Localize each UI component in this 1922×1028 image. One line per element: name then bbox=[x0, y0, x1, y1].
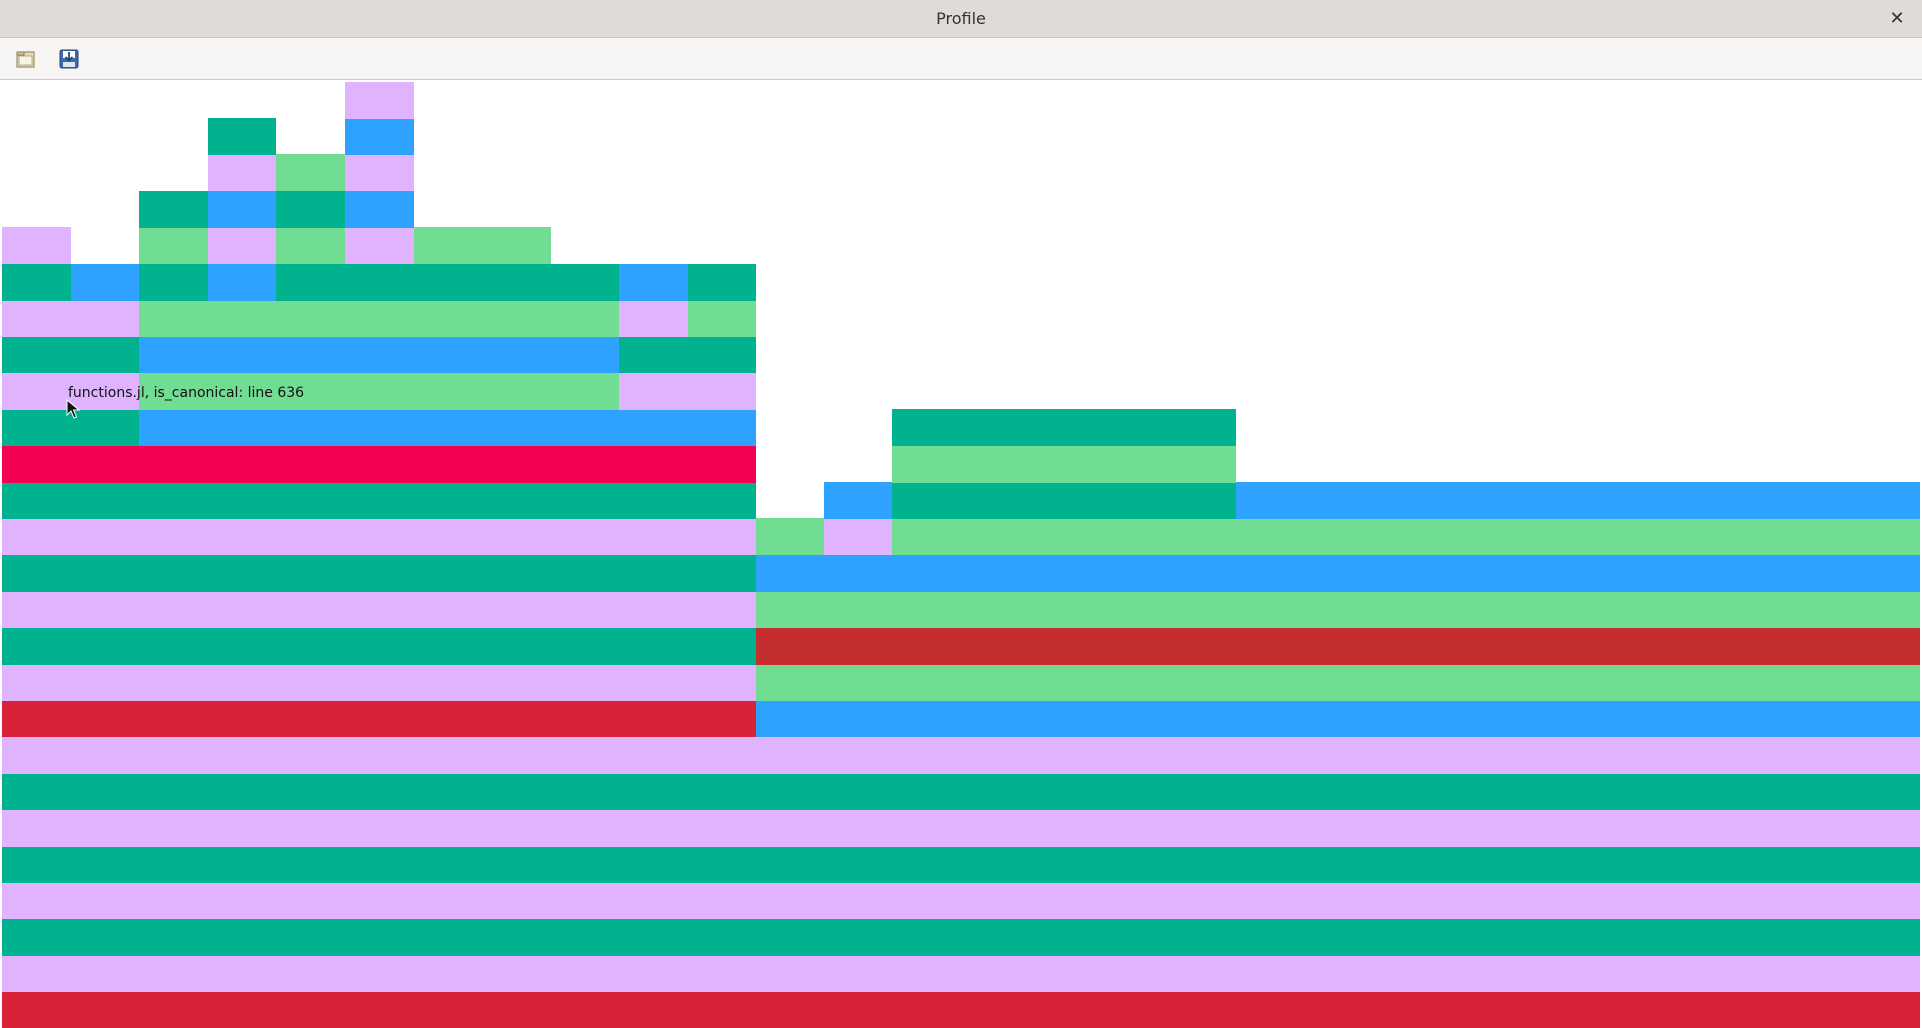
flame-block[interactable] bbox=[2, 264, 71, 301]
folder-open-icon bbox=[16, 51, 35, 68]
close-button[interactable]: ✕ bbox=[1884, 6, 1910, 32]
flame-block[interactable] bbox=[892, 518, 1920, 555]
flame-block[interactable] bbox=[2, 518, 756, 555]
flame-block[interactable] bbox=[71, 264, 139, 301]
flame-graph-canvas[interactable]: functions.jl, is_canonical: line 636 bbox=[2, 80, 1920, 1028]
flame-block[interactable] bbox=[2, 482, 756, 519]
flame-block[interactable] bbox=[414, 227, 551, 264]
flame-block[interactable] bbox=[208, 191, 276, 228]
flame-block[interactable] bbox=[824, 518, 892, 555]
flame-block[interactable] bbox=[688, 300, 756, 337]
save-download-icon bbox=[59, 49, 79, 69]
flame-block[interactable] bbox=[139, 409, 756, 446]
flame-block[interactable] bbox=[345, 191, 414, 228]
open-file-button[interactable] bbox=[11, 44, 41, 74]
flame-block[interactable] bbox=[619, 336, 756, 373]
flame-block[interactable] bbox=[2, 955, 1920, 992]
title-bar: Profile ✕ bbox=[0, 0, 1922, 38]
flame-block[interactable] bbox=[2, 664, 756, 701]
flame-block[interactable] bbox=[2, 591, 756, 628]
flame-block[interactable] bbox=[139, 227, 208, 264]
save-file-button[interactable] bbox=[54, 44, 84, 74]
flame-block[interactable] bbox=[756, 628, 1920, 665]
flame-block[interactable] bbox=[139, 336, 619, 373]
flame-block[interactable] bbox=[892, 482, 1236, 519]
flame-block[interactable] bbox=[345, 227, 414, 264]
flame-block[interactable] bbox=[756, 555, 1920, 592]
flame-block[interactable] bbox=[276, 264, 619, 301]
flame-block[interactable] bbox=[2, 737, 1920, 774]
flame-block[interactable] bbox=[2, 336, 139, 373]
flame-block[interactable] bbox=[345, 118, 414, 155]
flame-block[interactable] bbox=[824, 482, 892, 519]
flame-block[interactable] bbox=[2, 919, 1920, 956]
flame-block[interactable] bbox=[208, 118, 276, 155]
flame-block[interactable] bbox=[276, 191, 345, 228]
flame-block[interactable] bbox=[139, 191, 208, 228]
flame-block[interactable] bbox=[619, 300, 688, 337]
flame-block[interactable] bbox=[208, 227, 276, 264]
toolbar bbox=[0, 38, 1922, 80]
flame-block[interactable] bbox=[208, 264, 276, 301]
flame-block[interactable] bbox=[892, 409, 1236, 446]
window-title: Profile bbox=[936, 9, 986, 28]
flame-block[interactable] bbox=[208, 154, 276, 191]
flame-block[interactable] bbox=[2, 992, 1920, 1028]
flame-block[interactable] bbox=[276, 227, 345, 264]
flame-block[interactable] bbox=[345, 154, 414, 191]
flame-block[interactable] bbox=[2, 555, 756, 592]
flame-block[interactable] bbox=[276, 154, 345, 191]
flame-block[interactable] bbox=[2, 773, 1920, 810]
flame-block[interactable] bbox=[619, 373, 756, 410]
flame-block[interactable] bbox=[2, 628, 756, 665]
flame-block[interactable] bbox=[2, 227, 71, 264]
flame-block[interactable] bbox=[892, 446, 1236, 483]
flame-block[interactable] bbox=[2, 700, 756, 737]
flame-block[interactable] bbox=[2, 810, 1920, 847]
flame-block[interactable] bbox=[1236, 482, 1920, 519]
flame-block[interactable] bbox=[756, 664, 1920, 701]
hover-tooltip: functions.jl, is_canonical: line 636 bbox=[68, 385, 305, 401]
flame-block[interactable] bbox=[619, 264, 688, 301]
flame-block[interactable] bbox=[345, 82, 414, 119]
flame-block[interactable] bbox=[2, 446, 756, 483]
flame-block[interactable] bbox=[2, 882, 1920, 919]
flame-block[interactable] bbox=[756, 518, 824, 555]
flame-block[interactable] bbox=[139, 300, 619, 337]
flame-block[interactable] bbox=[139, 264, 208, 301]
flame-block[interactable] bbox=[756, 700, 1920, 737]
mouse-pointer-icon bbox=[66, 399, 80, 419]
flame-block[interactable] bbox=[688, 264, 756, 301]
flame-block[interactable] bbox=[756, 591, 1920, 628]
flame-block[interactable] bbox=[2, 846, 1920, 883]
flame-block[interactable] bbox=[2, 300, 139, 337]
